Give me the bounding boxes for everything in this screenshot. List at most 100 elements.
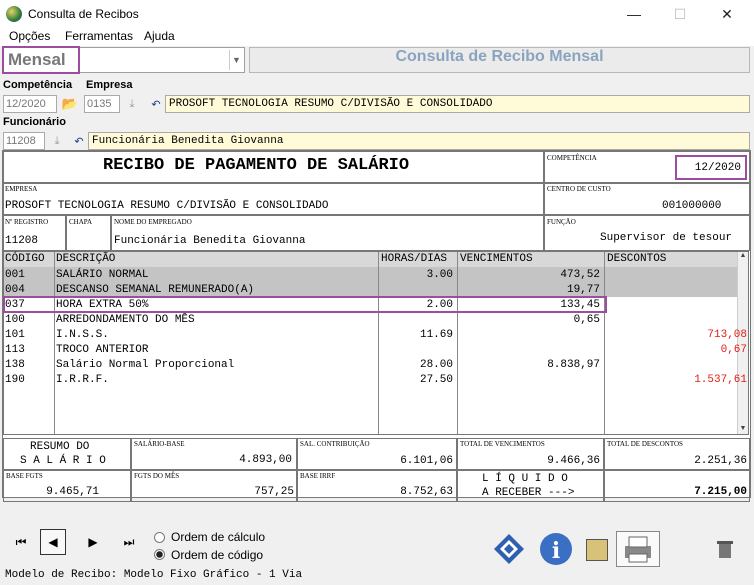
- centro-caption: CENTRO DE CUSTO: [547, 185, 611, 193]
- page-title: Consulta de Recibo Mensal: [395, 48, 604, 65]
- cell-horas: 11.69: [419, 329, 453, 341]
- table-row[interactable]: 001 SALÁRIO NORMAL 3.00 473,52: [3, 268, 749, 283]
- ordem-codigo-radio[interactable]: [154, 549, 165, 560]
- ordem-codigo-label: Ordem de código: [171, 548, 264, 562]
- cell-descontos: 0,67: [720, 344, 747, 356]
- cell-descricao: DESCANSO SEMANAL REMUNERADO(A): [56, 284, 255, 296]
- cell-codigo: 101: [5, 329, 25, 341]
- maximize-button[interactable]: ☐: [657, 2, 703, 26]
- nome-caption: NOME DO EMPREGADO: [114, 218, 192, 226]
- menu-ferramentas[interactable]: Ferramentas: [65, 29, 133, 43]
- chapa-caption: CHAPA: [69, 218, 93, 226]
- cell-vencimentos: 473,52: [560, 269, 600, 281]
- receipt-heading: RECIBO DE PAGAMENTO DE SALÁRIO: [103, 156, 410, 175]
- empresa-caption: EMPRESA: [5, 185, 38, 193]
- cell-horas: 3.00: [426, 269, 453, 281]
- cell-vencimentos: 0,65: [573, 314, 600, 326]
- cell-codigo: 100: [5, 314, 25, 326]
- funcionario-code-field[interactable]: 11208: [3, 132, 45, 150]
- scroll-down-icon[interactable]: ▼: [738, 425, 748, 432]
- ordem-calculo-label: Ordem de cálculo: [171, 530, 266, 544]
- fgts-mes-caption: FGTS DO MÊS: [134, 472, 180, 480]
- table-row[interactable]: 100 ARREDONDAMENTO DO MÊS 0,65: [3, 313, 749, 328]
- competencia-label: Competência: [3, 79, 73, 91]
- download-icon[interactable]: ⤓: [49, 133, 65, 149]
- base-irrf-value: 8.752,63: [400, 486, 453, 498]
- base-fgts-value: 9.465,71: [46, 486, 99, 498]
- fgts-mes-value: 757,25: [254, 486, 294, 498]
- ordem-calculo-radio[interactable]: [154, 532, 165, 543]
- download-icon[interactable]: ⤓: [124, 96, 140, 112]
- competencia-field[interactable]: 12/2020: [3, 95, 57, 113]
- grid-header-row: CÓDIGO DESCRIÇÃO HORAS/DIAS VENCIMENTOS …: [5, 253, 667, 265]
- total-venc-caption: TOTAL DE VENCIMENTOS: [460, 440, 545, 448]
- resumo-line2: S A L Á R I O: [20, 455, 106, 467]
- total-venc-value: 9.466,36: [547, 455, 600, 467]
- funcionario-label: Funcionário: [3, 116, 66, 128]
- cell-descricao: Salário Normal Proporcional: [56, 359, 235, 371]
- cell-codigo: 113: [5, 344, 25, 356]
- cell-descricao: ARREDONDAMENTO DO MÊS: [56, 314, 195, 326]
- liquido-line1: L Í Q U I D O: [482, 473, 568, 485]
- minimize-button[interactable]: —: [611, 2, 657, 26]
- status-bar: Modelo de Recibo: Modelo Fixo Gráfico - …: [5, 569, 303, 581]
- app-icon: [6, 6, 22, 22]
- cell-descricao: I.R.R.F.: [56, 374, 109, 386]
- liquido-value: 7.215,00: [694, 486, 747, 498]
- undo-icon[interactable]: ↶: [148, 96, 164, 112]
- trash-icon[interactable]: [714, 538, 736, 560]
- chevron-down-icon[interactable]: ▼: [229, 50, 243, 70]
- empresa-name-field: PROSOFT TECNOLOGIA RESUMO C/DIVISÃO E CO…: [165, 95, 750, 113]
- folder-icon[interactable]: 📂: [62, 96, 78, 112]
- cell-codigo: 004: [5, 284, 25, 296]
- total-desc-caption: TOTAL DE DESCONTOS: [607, 440, 683, 448]
- menu-opcoes[interactable]: Opções: [9, 29, 50, 43]
- first-record-button[interactable]: ⏮: [8, 529, 34, 555]
- sal-contrib-value: 6.101,06: [400, 455, 453, 467]
- navigate-icon[interactable]: [493, 533, 525, 565]
- table-row[interactable]: 190 I.R.R.F. 27.50 1.537,61: [3, 373, 749, 388]
- cell-descricao: I.N.S.S.: [56, 329, 109, 341]
- competencia-value: 12/2020: [675, 155, 747, 180]
- info-icon[interactable]: i: [538, 531, 574, 567]
- table-row[interactable]: 113 TROCO ANTERIOR 0,67: [3, 343, 749, 358]
- registro-caption: Nº REGISTRO: [5, 218, 49, 226]
- base-fgts-caption: BASE FGTS: [6, 472, 43, 480]
- cell-descontos: 1.537,61: [694, 374, 747, 386]
- funcionario-name-field: Funcionária Benedita Giovanna: [88, 132, 750, 150]
- base-irrf-caption: BASE IRRF: [300, 472, 336, 480]
- salario-base-caption: SALÁRIO-BASE: [134, 440, 185, 448]
- next-record-button[interactable]: ▶: [80, 529, 106, 555]
- funcao-caption: FUNÇÃO: [547, 218, 576, 226]
- highlight-row: [3, 296, 607, 313]
- cell-codigo: 138: [5, 359, 25, 371]
- nome-value: Funcionária Benedita Giovanna: [114, 235, 306, 247]
- resumo-line1: RESUMO DO: [30, 441, 90, 453]
- highlight-box: [2, 46, 80, 74]
- table-row[interactable]: 138 Salário Normal Proporcional 28.00 8.838…: [3, 358, 749, 373]
- registro-value: 11208: [5, 235, 39, 247]
- total-desc-value: 2.251,36: [694, 455, 747, 467]
- undo-icon[interactable]: ↶: [71, 133, 87, 149]
- competencia-caption: COMPETÊNCIA: [547, 154, 597, 162]
- window-title: Consulta de Recibos: [28, 7, 139, 21]
- cell-vencimentos: 19,77: [566, 284, 600, 296]
- table-row[interactable]: 101 I.N.S.S. 11.69 713,08: [3, 328, 749, 343]
- export-icon[interactable]: [586, 539, 608, 561]
- empresa-value: PROSOFT TECNOLOGIA RESUMO C/DIVISÃO E CO…: [5, 200, 329, 212]
- close-button[interactable]: ✕: [704, 2, 750, 26]
- empresa-code-field[interactable]: 0135: [84, 95, 120, 113]
- centro-value: 001000000: [662, 200, 722, 212]
- last-record-button[interactable]: ⏭: [116, 529, 142, 555]
- previous-record-button[interactable]: ◀: [40, 529, 66, 555]
- menu-ajuda[interactable]: Ajuda: [144, 29, 175, 43]
- cell-vencimentos: 8.838,97: [547, 359, 600, 371]
- empresa-label: Empresa: [86, 79, 133, 91]
- liquido-line2: A RECEBER --->: [482, 487, 575, 499]
- svg-text:i: i: [552, 538, 560, 564]
- cell-descricao: SALÁRIO NORMAL: [56, 269, 149, 281]
- cell-descontos: 713,08: [707, 329, 747, 341]
- cell-horas: 28.00: [419, 359, 453, 371]
- salario-base-value: 4.893,00: [239, 454, 292, 466]
- print-button[interactable]: [616, 531, 660, 567]
